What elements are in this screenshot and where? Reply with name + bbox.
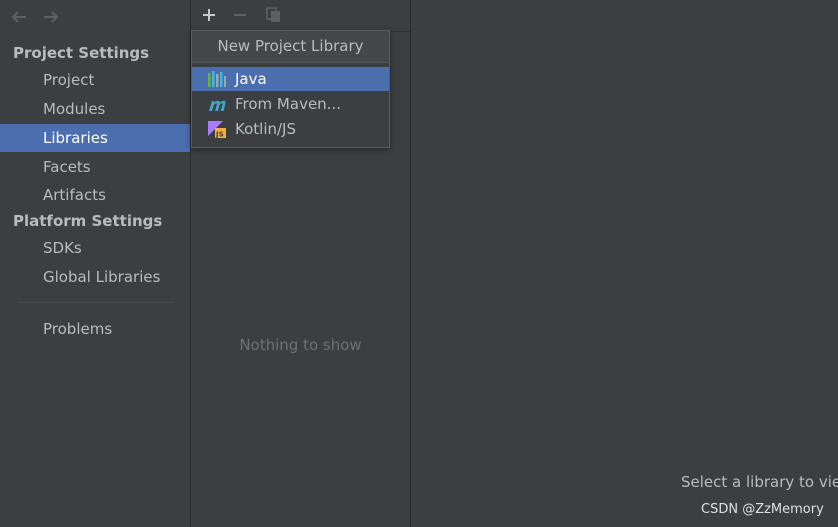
- sidebar-divider: [18, 302, 174, 303]
- popup-item-from-maven[interactable]: From Maven...: [192, 92, 389, 116]
- library-details-pane: Select a library to view or edit its det…: [411, 0, 838, 527]
- empty-list-message: Nothing to show: [239, 336, 362, 354]
- sidebar-item-facets[interactable]: Facets: [0, 153, 190, 181]
- back-arrow-icon[interactable]: [8, 6, 30, 28]
- sidebar-item-project[interactable]: Project: [0, 66, 190, 94]
- new-project-library-popup: New Project Library Java From Maven... J…: [191, 30, 390, 148]
- popup-title: New Project Library: [192, 31, 389, 63]
- sidebar-item-problems[interactable]: Problems: [0, 315, 190, 343]
- details-hint-text: Select a library to view or edit its det…: [681, 473, 838, 491]
- section-project-settings: Project Settings: [13, 44, 150, 62]
- sidebar-item-libraries[interactable]: Libraries: [0, 124, 190, 152]
- popup-item-label: Java: [235, 70, 267, 88]
- sidebar-item-sdks[interactable]: SDKs: [0, 234, 190, 262]
- java-library-icon: [207, 70, 227, 88]
- popup-item-kotlin-js[interactable]: JS Kotlin/JS: [192, 117, 389, 141]
- add-icon[interactable]: [198, 4, 220, 26]
- sidebar-item-modules[interactable]: Modules: [0, 95, 190, 123]
- nav-arrows: [8, 6, 62, 30]
- popup-item-label: From Maven...: [235, 95, 341, 113]
- svg-text:JS: JS: [215, 131, 224, 139]
- copy-icon[interactable]: [263, 4, 285, 26]
- forward-arrow-icon[interactable]: [40, 6, 62, 28]
- section-platform-settings: Platform Settings: [13, 212, 163, 230]
- library-toolbar: [191, 0, 410, 32]
- settings-sidebar: Project Settings Project Modules Librari…: [0, 0, 191, 527]
- maven-icon: [207, 95, 227, 113]
- sidebar-item-global-libraries[interactable]: Global Libraries: [0, 263, 190, 291]
- popup-item-label: Kotlin/JS: [235, 120, 296, 138]
- watermark-text: CSDN @ZzMemory: [701, 502, 824, 517]
- kotlin-js-icon: JS: [207, 120, 227, 139]
- remove-icon[interactable]: [229, 4, 251, 26]
- sidebar-item-artifacts[interactable]: Artifacts: [0, 181, 190, 209]
- popup-item-java[interactable]: Java: [192, 67, 389, 91]
